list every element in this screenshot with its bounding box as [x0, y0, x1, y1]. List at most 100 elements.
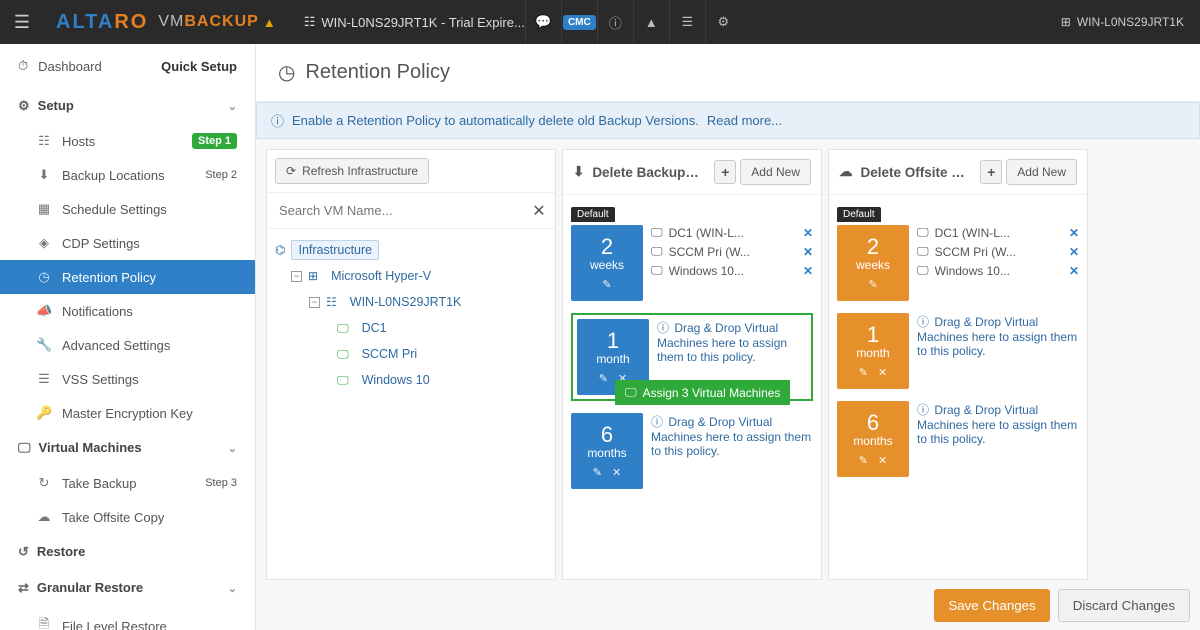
- sidebar-vm-header[interactable]: 🖵Virtual Machines ⌄: [0, 430, 255, 466]
- assigned-vm-name: Windows 10...: [935, 264, 1063, 278]
- tree-vm-dc1[interactable]: DC1: [355, 318, 394, 338]
- policy-vm-list: 🖵DC1 (WIN-L...✕🖵SCCM Pri (W...✕🖵Windows …: [651, 225, 813, 301]
- settings-icon[interactable]: ⚙: [705, 0, 741, 44]
- step1-badge: Step 1: [192, 133, 237, 149]
- edit-icon[interactable]: ✎: [602, 278, 611, 291]
- sidebar-item-notifications[interactable]: 📣 Notifications: [0, 294, 255, 328]
- topbar-right-host[interactable]: ⊞ WIN-L0NS29JRT1K: [1045, 15, 1200, 29]
- topbar: ☰ ALTARO VMBACKUP ▲ ☷ WIN-L0NS29JRT1K - …: [0, 0, 1200, 44]
- sidebar-item-advanced[interactable]: 🔧 Advanced Settings: [0, 328, 255, 362]
- remove-vm-icon[interactable]: ✕: [803, 245, 813, 259]
- alert-icon[interactable]: ▲: [633, 0, 669, 44]
- tree-toggle[interactable]: −: [291, 271, 302, 282]
- remove-vm-icon[interactable]: ✕: [1069, 264, 1079, 278]
- download-icon: ⬇: [36, 167, 52, 183]
- chat-icon[interactable]: 💬: [525, 0, 561, 44]
- footer-actions: Save Changes Discard Changes: [934, 589, 1190, 622]
- policy-card[interactable]: 6months✎✕: [571, 413, 643, 489]
- cmc-badge[interactable]: CMC: [561, 0, 597, 44]
- sidebar-item-take-backup[interactable]: ↻ Take Backup Step 3: [0, 466, 255, 500]
- tree-vm-win10[interactable]: Windows 10: [355, 370, 437, 390]
- sidebar-vss-label: VSS Settings: [62, 372, 139, 387]
- assigned-vm-name: DC1 (WIN-L...: [935, 226, 1063, 240]
- add-policy-button[interactable]: +: [714, 160, 736, 184]
- edit-icon[interactable]: ✎: [859, 454, 868, 467]
- add-new-button[interactable]: Add New: [1006, 159, 1077, 185]
- sidebar-restore-header[interactable]: ↺Restore: [0, 534, 255, 570]
- sidebar-dashboard[interactable]: ⏱ Dashboard: [18, 58, 102, 74]
- windows-icon: ⊞: [1061, 15, 1071, 29]
- info-icon: ⓘ: [657, 321, 669, 335]
- info-icon[interactable]: ⓘ: [597, 0, 633, 44]
- tree-root[interactable]: Infrastructure: [291, 240, 379, 260]
- shield-icon: ◈: [36, 235, 52, 251]
- clear-search-icon[interactable]: ✕: [523, 201, 555, 221]
- edit-icon[interactable]: ✎: [593, 466, 602, 479]
- discard-button[interactable]: Discard Changes: [1058, 589, 1190, 622]
- policy-item[interactable]: 1month✎✕ⓘ Drag & Drop Virtual Machines h…: [837, 313, 1079, 389]
- search-input[interactable]: [267, 193, 523, 228]
- sidebar-setup-header[interactable]: ⚙Setup ⌄: [0, 88, 255, 124]
- read-more-link[interactable]: Read more...: [707, 113, 782, 128]
- sidebar-item-mek[interactable]: 🔑 Master Encryption Key: [0, 396, 255, 430]
- server-icon: ☷: [326, 295, 337, 309]
- cloud-icon: ☁: [839, 164, 853, 180]
- tree-vm-sccm[interactable]: SCCM Pri: [355, 344, 425, 364]
- sidebar-item-hosts[interactable]: ☷ Hosts Step 1: [0, 124, 255, 158]
- policy-card[interactable]: 1month✎✕: [837, 313, 909, 389]
- megaphone-icon: 📣: [36, 303, 52, 319]
- monitor-icon: 🖵: [18, 440, 31, 455]
- tree-hyperv[interactable]: Microsoft Hyper-V: [324, 266, 438, 286]
- policy-card[interactable]: Default2weeks✎: [571, 225, 643, 301]
- tree-host[interactable]: WIN-L0NS29JRT1K: [343, 292, 469, 312]
- menu-icon[interactable]: ☰: [0, 12, 44, 33]
- add-policy-button[interactable]: +: [980, 160, 1002, 184]
- policy-item[interactable]: Default2weeks✎🖵DC1 (WIN-L...✕🖵SCCM Pri (…: [571, 225, 813, 301]
- delete-icon[interactable]: ✕: [878, 454, 887, 467]
- sidebar-cdp-label: CDP Settings: [62, 236, 140, 251]
- sidebar-item-schedule[interactable]: ▦ Schedule Settings: [0, 192, 255, 226]
- page-header: ◷ Retention Policy: [256, 44, 1200, 102]
- sidebar-takebackup-label: Take Backup: [62, 476, 136, 491]
- save-button[interactable]: Save Changes: [934, 589, 1049, 622]
- edit-icon[interactable]: ✎: [868, 278, 877, 291]
- remove-vm-icon[interactable]: ✕: [803, 264, 813, 278]
- policy-item[interactable]: 6months✎✕ⓘ Drag & Drop Virtual Machines …: [571, 413, 813, 489]
- sidebar-item-file-level[interactable]: 🗎 File Level Restore: [0, 606, 255, 630]
- policy-card[interactable]: 6months✎✕: [837, 401, 909, 477]
- sidebar-item-backup-locations[interactable]: ⬇ Backup Locations Step 2: [0, 158, 255, 192]
- offsite-title: Delete Offsite Cop Than...: [861, 165, 973, 180]
- policy-vm-list: ⓘ Drag & Drop Virtual Machines here to a…: [917, 313, 1079, 389]
- edit-icon[interactable]: ✎: [859, 366, 868, 379]
- sidebar-item-offsite-copy[interactable]: ☁ Take Offsite Copy: [0, 500, 255, 534]
- assigned-vm-row: 🖵DC1 (WIN-L...✕: [651, 225, 813, 240]
- remove-vm-icon[interactable]: ✕: [803, 226, 813, 240]
- info-banner: ⓘ Enable a Retention Policy to automatic…: [256, 102, 1200, 139]
- policy-vm-list: 🖵DC1 (WIN-L...✕🖵SCCM Pri (W...✕🖵Windows …: [917, 225, 1079, 301]
- sidebar-item-retention[interactable]: ◷ Retention Policy: [0, 260, 255, 294]
- policy-item[interactable]: Default2weeks✎🖵DC1 (WIN-L...✕🖵SCCM Pri (…: [837, 225, 1079, 301]
- add-new-button[interactable]: Add New: [740, 159, 811, 185]
- refresh-button[interactable]: ⟳ Refresh Infrastructure: [275, 158, 429, 184]
- topbar-host[interactable]: ☷ WIN-L0NS29JRT1K - Trial Expire...: [304, 14, 525, 30]
- sidebar-schedule-label: Schedule Settings: [62, 202, 167, 217]
- remove-vm-icon[interactable]: ✕: [1069, 226, 1079, 240]
- delete-icon[interactable]: ✕: [878, 366, 887, 379]
- delete-icon[interactable]: ✕: [612, 466, 621, 479]
- list-icon[interactable]: ☰: [669, 0, 705, 44]
- package-icon: ⇄: [18, 580, 29, 595]
- remove-vm-icon[interactable]: ✕: [1069, 245, 1079, 259]
- policy-item[interactable]: 6months✎✕ⓘ Drag & Drop Virtual Machines …: [837, 401, 1079, 477]
- warning-icon[interactable]: ▲: [263, 15, 278, 30]
- tree-toggle[interactable]: −: [309, 297, 320, 308]
- clock-icon: ◷: [36, 269, 52, 285]
- sidebar-item-cdp[interactable]: ◈ CDP Settings: [0, 226, 255, 260]
- policy-period: month: [577, 352, 649, 366]
- sidebar-offsite-label: Take Offsite Copy: [62, 510, 164, 525]
- sidebar-granular-header[interactable]: ⇄Granular Restore ⌄: [0, 570, 255, 606]
- quick-setup-link[interactable]: Quick Setup: [161, 59, 237, 74]
- policy-card[interactable]: Default2weeks✎: [837, 225, 909, 301]
- sidebar-item-vss[interactable]: ☰ VSS Settings: [0, 362, 255, 396]
- edit-icon[interactable]: ✎: [599, 372, 608, 385]
- policy-period: weeks: [837, 258, 909, 272]
